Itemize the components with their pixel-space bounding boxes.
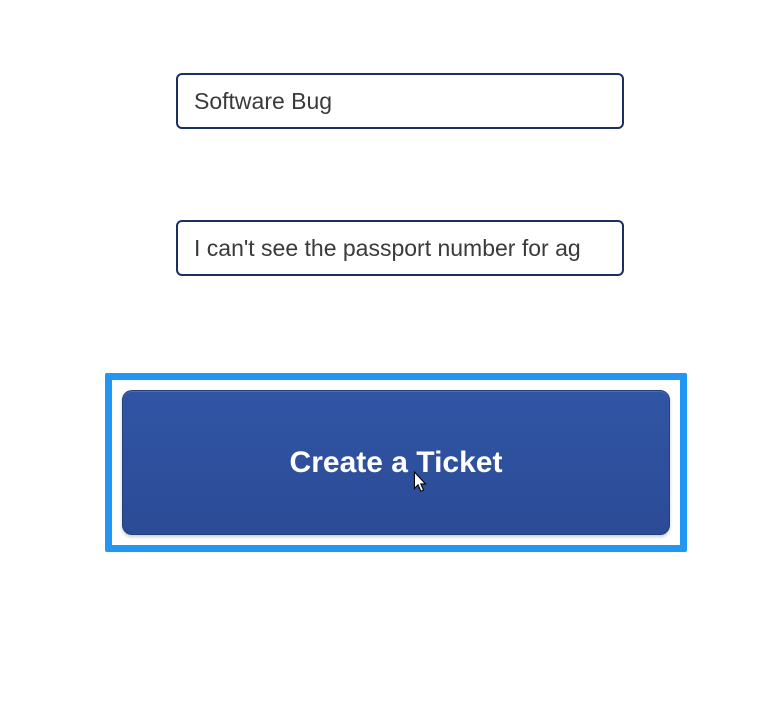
description-input[interactable]: [176, 220, 624, 276]
create-ticket-highlight: Create a Ticket: [105, 373, 687, 552]
create-ticket-label: Create a Ticket: [290, 446, 503, 480]
subject-input[interactable]: [176, 73, 624, 129]
create-ticket-button[interactable]: Create a Ticket: [122, 390, 670, 535]
